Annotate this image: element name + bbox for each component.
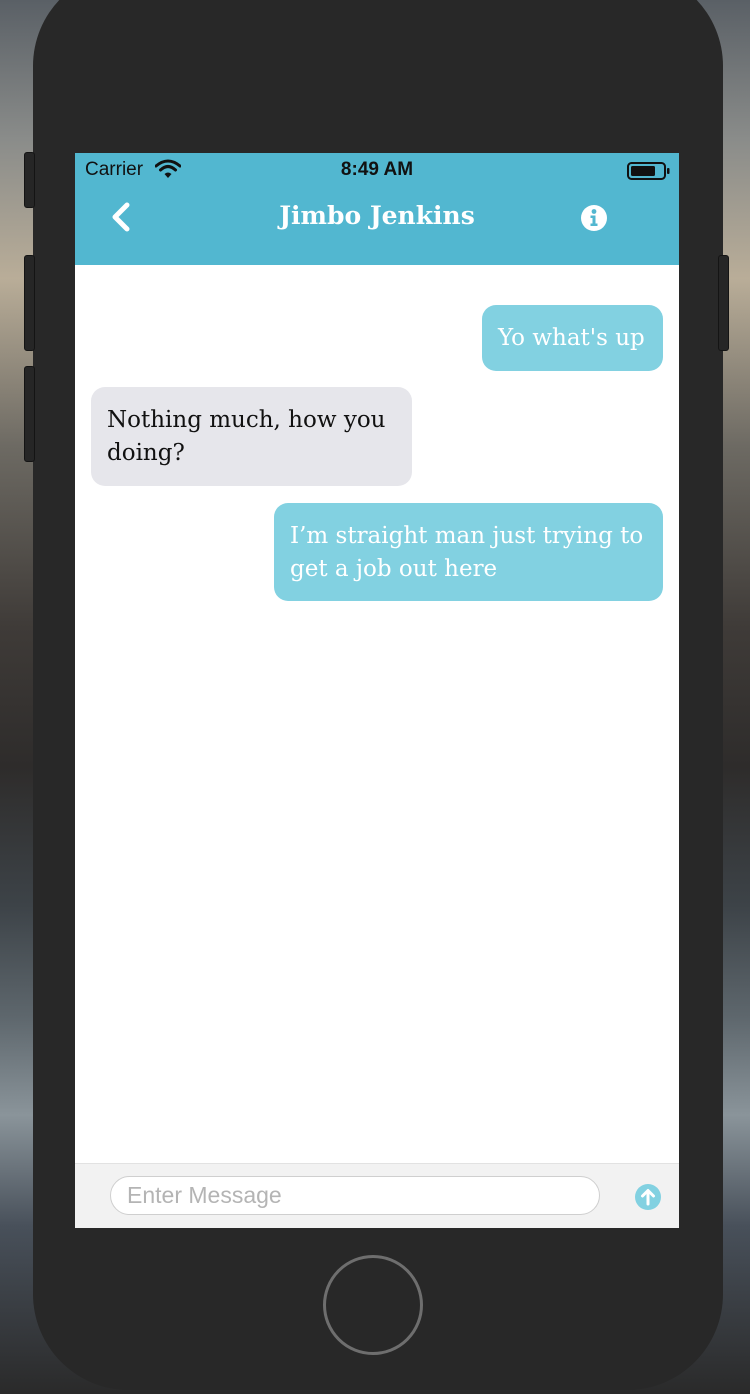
status-time: 8:49 AM [340,159,414,180]
status-bar: Carrier 8:49 AM [75,153,679,187]
volume-down-button [24,366,35,462]
info-circle-icon[interactable] [579,203,609,233]
mute-switch [24,152,35,208]
message-list[interactable]: Yo what's up Nothing much, how you doing… [75,265,679,1163]
message-input[interactable] [110,1176,600,1215]
home-button[interactable] [323,1255,423,1355]
conversation-title: Jimbo Jenkins [279,201,475,230]
back-chevron-icon[interactable] [103,197,139,237]
power-button [718,255,729,351]
message-composer [75,1163,679,1228]
phone-screen: Carrier 8:49 AM Jimbo Jenkins Yo what's … [75,153,679,1228]
battery-icon [627,162,670,180]
outgoing-message-bubble: I’m straight man just trying to get a jo… [274,503,663,601]
volume-up-button [24,255,35,351]
navigation-bar: Carrier 8:49 AM Jimbo Jenkins [75,153,679,265]
send-arrow-up-circle-icon[interactable] [633,1182,663,1212]
outgoing-message-bubble: Yo what's up [482,305,663,371]
incoming-message-bubble: Nothing much, how you doing? [91,387,412,486]
